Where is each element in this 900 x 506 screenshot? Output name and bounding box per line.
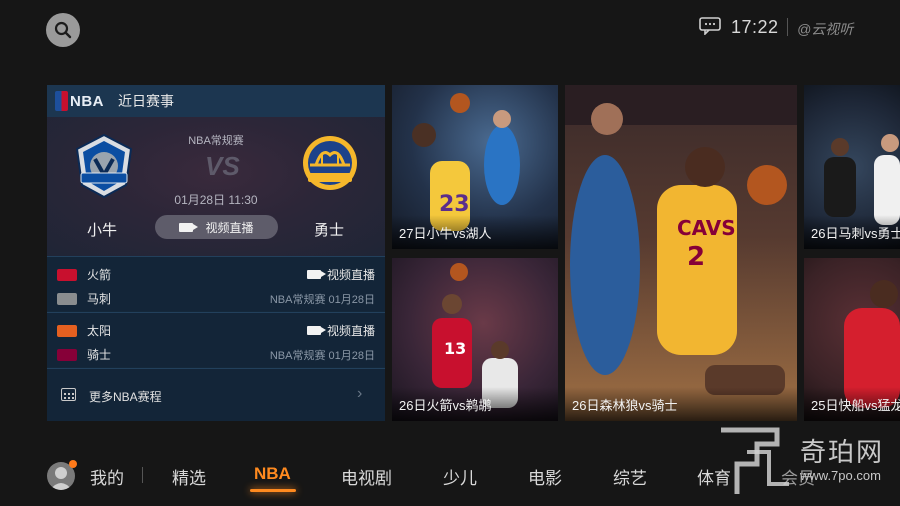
- live-stream-button[interactable]: 视频直播: [155, 215, 278, 239]
- nav-variety[interactable]: 综艺: [613, 464, 647, 489]
- message-icon[interactable]: [699, 17, 721, 35]
- tile-caption: 26日火箭vs鹈鹕: [399, 398, 492, 413]
- video-camera-icon: [179, 222, 199, 232]
- video-tile[interactable]: 23 27日小牛vs湖人: [392, 85, 558, 249]
- nav-tv-series[interactable]: 电视剧: [341, 464, 392, 489]
- svg-text:13: 13: [444, 339, 466, 358]
- nav-kids[interactable]: 少儿: [443, 464, 477, 489]
- tile-caption: 25日快船vs猛龙: [811, 398, 900, 413]
- suns-logo-icon: [57, 324, 77, 337]
- search-button[interactable]: [46, 13, 80, 47]
- notification-dot: [69, 460, 77, 468]
- svg-text:CAVS: CAVS: [677, 216, 736, 240]
- nav-featured[interactable]: 精选: [172, 464, 206, 489]
- rockets-logo-icon: [57, 268, 77, 281]
- schedule-grid-icon: [61, 388, 76, 401]
- tile-caption: 26日森林狼vs骑士: [572, 398, 678, 413]
- chevron-right-icon: ›: [357, 385, 363, 402]
- brand-logo: @云视听: [797, 21, 854, 37]
- more-nba-schedule-button[interactable]: 更多NBA赛程 ›: [47, 368, 385, 421]
- video-camera-icon: [306, 326, 326, 335]
- game-status: 视频直播: [326, 268, 375, 282]
- nba-badge-icon: [55, 91, 68, 111]
- away-team-name: 勇士: [314, 222, 345, 239]
- video-tile[interactable]: 25日快船vs猛龙: [804, 258, 900, 421]
- nba-logo: NBA: [55, 91, 104, 111]
- card-header: NBA 近日赛事: [47, 85, 385, 117]
- nav-divider: [142, 467, 143, 483]
- video-tile[interactable]: 26日马刺vs勇士: [804, 85, 900, 249]
- spurs-logo-icon: [57, 292, 77, 305]
- game-info: NBA常规赛 01月28日: [269, 350, 375, 362]
- nav-active-indicator: [250, 489, 296, 492]
- cavaliers-logo-icon: [57, 348, 77, 361]
- nav-mine[interactable]: 我的: [90, 464, 124, 489]
- vs-label: VS: [205, 151, 240, 181]
- watermark-url: www.7po.com: [800, 468, 881, 483]
- svg-text:2: 2: [687, 242, 705, 272]
- home-team-name: 小牛: [87, 222, 118, 239]
- watermark-logo-icon: [721, 427, 789, 494]
- tile-caption: 26日马刺vs勇士: [811, 226, 900, 241]
- video-thumbnail: CAVS 2: [565, 85, 797, 395]
- clock: 17:22: [731, 17, 779, 37]
- card-title: 近日赛事: [118, 93, 174, 109]
- game-status: 视频直播: [326, 324, 375, 338]
- search-icon: [54, 21, 72, 39]
- nav-nba[interactable]: NBA: [254, 464, 291, 484]
- video-tile[interactable]: 13 26日火箭vs鹈鹕: [392, 258, 558, 421]
- tile-caption: 27日小牛vs湖人: [399, 226, 492, 241]
- nba-schedule-card: NBA 近日赛事 NBA常规赛 VS 01月28日 11:30 小牛 视频直播 …: [47, 85, 385, 421]
- game-row[interactable]: 火箭 视频直播 马刺 NBA常规赛 01月28日: [47, 256, 385, 311]
- warriors-logo-icon: [303, 136, 357, 190]
- svg-text:23: 23: [439, 192, 470, 217]
- game-info: NBA常规赛 01月28日: [269, 294, 375, 306]
- video-camera-icon: [306, 270, 326, 279]
- nav-movies[interactable]: 电影: [528, 464, 562, 489]
- game-row[interactable]: 太阳 视频直播 骑士 NBA常规赛 01月28日: [47, 312, 385, 367]
- featured-match[interactable]: NBA常规赛 VS 01月28日 11:30 小牛 视频直播 勇士: [47, 117, 385, 256]
- topbar-divider: [787, 18, 788, 36]
- video-tile[interactable]: CAVS 2 26日森林狼vs骑士: [565, 85, 797, 421]
- watermark-name: 奇珀网: [800, 438, 885, 468]
